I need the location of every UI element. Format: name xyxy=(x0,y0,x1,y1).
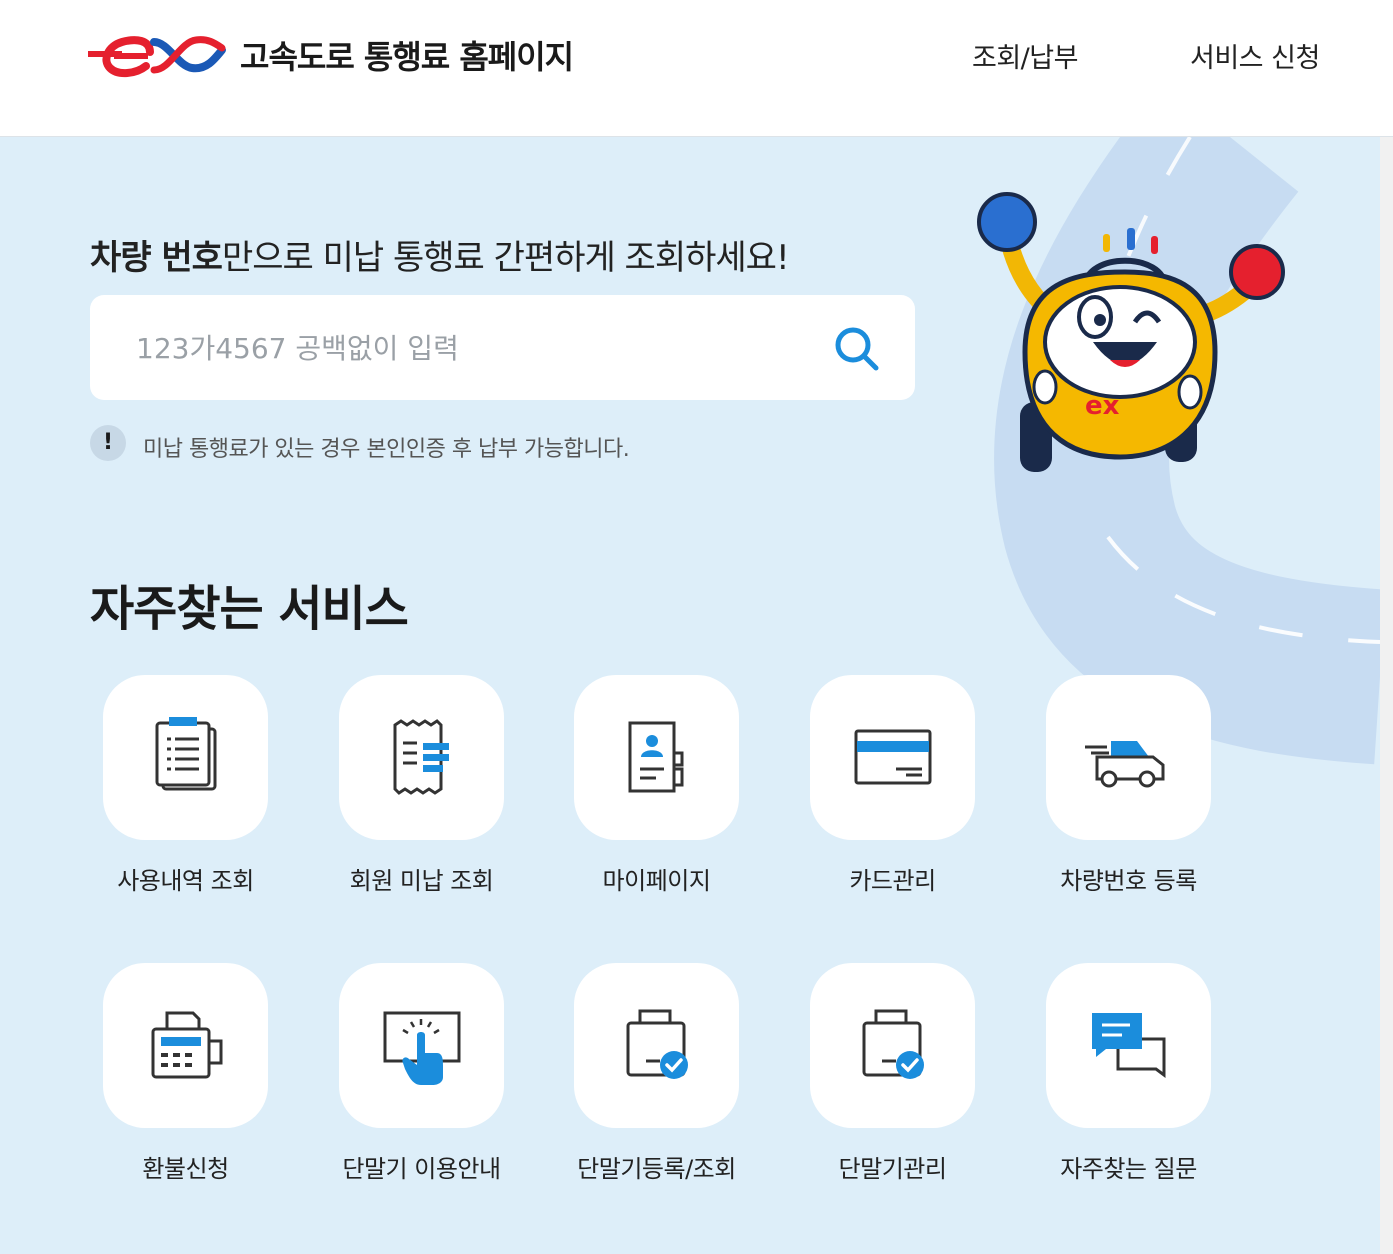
site-header: 고속도로 통행료 홈페이지 조회/납부 서비스 신청 xyxy=(0,0,1393,137)
service-label: 카드관리 xyxy=(849,867,936,895)
service-usage-history[interactable]: 사용내역 조회 xyxy=(53,675,289,925)
page-scrollbar[interactable] xyxy=(1380,137,1393,1254)
device-check-icon xyxy=(862,1009,924,1079)
service-card[interactable] xyxy=(339,675,504,840)
frequent-services-title: 자주찾는 서비스 xyxy=(90,581,409,637)
ex-logo-icon[interactable] xyxy=(88,30,228,78)
site-title[interactable]: 고속도로 통행료 홈페이지 xyxy=(240,32,574,78)
nav-inquiry-payment[interactable]: 조회/납부 xyxy=(972,36,1078,75)
svg-text:ex: ex xyxy=(1085,391,1120,421)
service-faq[interactable]: 자주찾는 질문 xyxy=(996,963,1232,1213)
service-terminal-guide[interactable]: 단말기 이용안내 xyxy=(289,963,525,1213)
service-label: 사용내역 조회 xyxy=(117,867,254,895)
credit-card-icon xyxy=(854,729,932,785)
mascot-car-character-icon: ex xyxy=(977,192,1285,472)
service-card[interactable] xyxy=(339,963,504,1128)
vehicle-search-box xyxy=(90,295,915,400)
chat-bubbles-icon xyxy=(1092,1013,1166,1078)
service-label: 단말기등록/조회 xyxy=(577,1155,736,1183)
notice-text: 미납 통행료가 있는 경우 본인인증 후 납부 가능합니다. xyxy=(143,437,630,462)
service-card[interactable] xyxy=(810,675,975,840)
headline-rest: 만으로 미납 통행료 간편하게 조회하세요! xyxy=(221,238,790,278)
profile-card-icon xyxy=(628,721,684,793)
service-label: 회원 미납 조회 xyxy=(349,867,494,895)
search-icon[interactable] xyxy=(833,325,881,373)
car-icon xyxy=(1085,741,1165,788)
service-label: 차량번호 등록 xyxy=(1060,867,1197,895)
service-mypage[interactable]: 마이페이지 xyxy=(524,675,760,925)
service-refund-request[interactable]: 환불신청 xyxy=(53,963,289,1213)
service-card[interactable] xyxy=(1046,675,1211,840)
service-card[interactable] xyxy=(574,963,739,1128)
device-check-icon xyxy=(626,1009,688,1079)
service-label: 단말기관리 xyxy=(838,1155,947,1183)
vehicle-number-input[interactable] xyxy=(134,325,798,371)
service-label: 자주찾는 질문 xyxy=(1060,1155,1197,1183)
service-card[interactable] xyxy=(810,963,975,1128)
service-terminal-register[interactable]: 단말기등록/조회 xyxy=(524,963,760,1213)
service-label: 환불신청 xyxy=(142,1155,229,1183)
nav-service-request[interactable]: 서비스 신청 xyxy=(1190,36,1320,75)
service-card[interactable] xyxy=(574,675,739,840)
headline-bold: 차량 번호 xyxy=(90,238,223,278)
fax-machine-icon xyxy=(151,1011,223,1079)
service-card-management[interactable]: 카드관리 xyxy=(760,675,996,925)
receipt-icon xyxy=(393,719,449,795)
service-member-unpaid[interactable]: 회원 미납 조회 xyxy=(289,675,525,925)
service-card[interactable] xyxy=(1046,963,1211,1128)
touch-screen-icon xyxy=(383,1011,461,1085)
service-label: 단말기 이용안내 xyxy=(342,1155,501,1183)
document-list-icon xyxy=(155,717,217,791)
hero-section: 차량 번호만으로 미납 통행료 간편하게 조회하세요! ! 미납 통행료가 있는… xyxy=(0,137,1380,1254)
service-label: 마이페이지 xyxy=(602,867,711,895)
notice-exclamation-icon: ! xyxy=(90,425,126,461)
hero-headline: 차량 번호만으로 미납 통행료 간편하게 조회하세요! xyxy=(90,230,790,279)
service-card[interactable] xyxy=(103,963,268,1128)
service-card[interactable] xyxy=(103,675,268,840)
service-terminal-management[interactable]: 단말기관리 xyxy=(760,963,996,1213)
service-vehicle-registration[interactable]: 차량번호 등록 xyxy=(996,675,1232,925)
